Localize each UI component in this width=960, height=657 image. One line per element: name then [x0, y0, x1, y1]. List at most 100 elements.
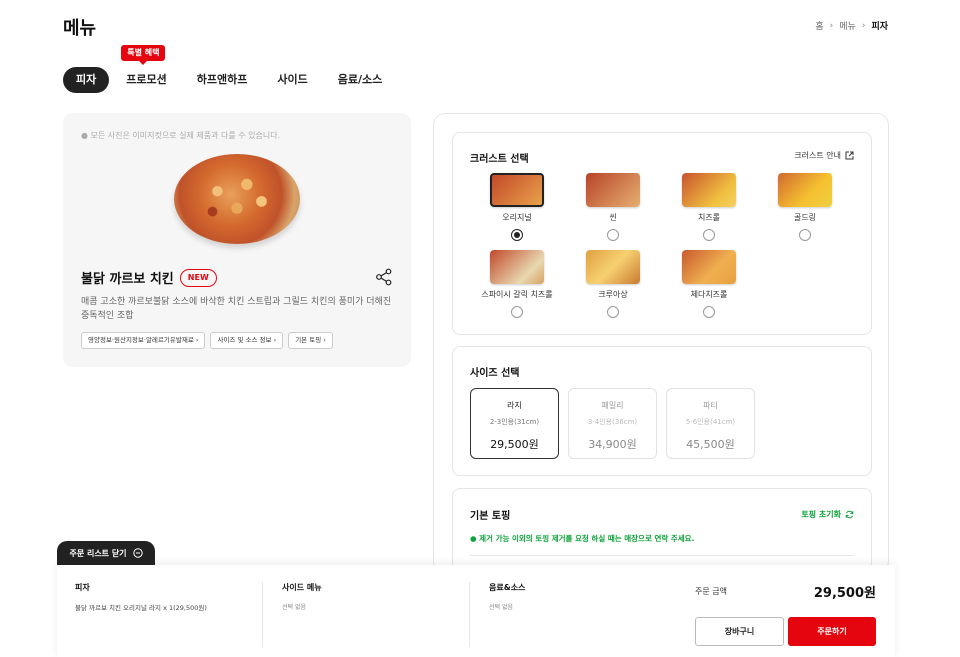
add-to-cart-button[interactable]: 장바구니 [695, 617, 784, 646]
crust-radio-gold-ring[interactable] [799, 229, 811, 241]
breadcrumb-home[interactable]: 홈 [815, 19, 823, 32]
crust-guide-link[interactable]: 크러스트 안내 [794, 150, 854, 161]
crust-label: 체다치즈롤 [690, 290, 728, 299]
nutrition-info-button[interactable]: 영양정보·원산지정보·알레르기유발재료 › [81, 332, 206, 349]
share-icon[interactable] [375, 268, 393, 286]
order-now-button[interactable]: 주문하기 [788, 617, 876, 646]
info-buttons: 영양정보·원산지정보·알레르기유발재료 › 사이즈 및 소스 정보 › 기본 토… [81, 332, 333, 349]
breadcrumb-menu[interactable]: 메뉴 [839, 19, 856, 32]
order-pizza-title: 피자 [75, 583, 90, 592]
size-price: 29,500원 [490, 438, 539, 451]
chevron-right-icon: › [829, 20, 834, 31]
crust-option-cheddar-cheese-roll[interactable]: 체다치즈롤 [669, 250, 749, 318]
size-sauce-info-button[interactable]: 사이즈 및 소스 정보 › [210, 332, 284, 349]
minus-circle-icon [132, 548, 143, 558]
size-option-party[interactable]: 파티 5-6인용(41cm) 45,500원 [666, 388, 755, 459]
size-price: 34,900원 [588, 438, 637, 451]
tab-half-and-half[interactable]: 하프앤하프 [184, 67, 261, 93]
crust-radio-spicy-garlic-cheese-roll[interactable] [511, 306, 523, 318]
crust-guide-label: 크러스트 안내 [794, 151, 841, 160]
product-name: 불닭 까르보 치킨 [81, 272, 174, 287]
size-price: 45,500원 [686, 438, 735, 451]
size-serving: 5-6인용(41cm) [685, 418, 736, 426]
crust-radio-original[interactable] [511, 229, 523, 241]
tab-side[interactable]: 사이드 [264, 67, 320, 93]
topping-note: ● 제거 가능 이외의 토핑 제거를 요청 하실 때는 매장으로 연락 주세요. [470, 534, 695, 543]
new-badge: NEW [179, 268, 217, 287]
refresh-icon [845, 510, 854, 519]
crust-option-cheese-roll[interactable]: 치즈롤 [669, 173, 749, 241]
crust-radio-thin[interactable] [607, 229, 619, 241]
order-pizza-column: 피자 불닭 까르보 치킨 오리지널 라지 x 1(29,500원) [75, 582, 207, 612]
crust-label: 씬 [609, 213, 617, 222]
crust-label: 골드링 [793, 213, 817, 222]
topping-reset-label: 토핑 초기화 [801, 510, 841, 519]
product-name-row: 불닭 까르보 치킨 NEW [81, 268, 217, 287]
divider [262, 582, 263, 647]
size-serving: 3-4인용(36cm) [587, 418, 638, 426]
tab-promotion-label: 프로모션 [126, 73, 167, 86]
divider [469, 582, 470, 647]
crust-original-image [490, 173, 544, 207]
crust-section: 크러스트 선택 크러스트 안내 오리지널 씬 치즈롤 골드링 스파이시 갈릭 치… [452, 132, 872, 335]
crust-cheese-roll-image [682, 173, 736, 207]
page-title: 메뉴 [63, 18, 97, 39]
size-section-title: 사이즈 선택 [470, 368, 520, 379]
order-summary-bar: 피자 불닭 까르보 치킨 오리지널 라지 x 1(29,500원) 사이드 메뉴… [57, 565, 895, 657]
order-drink-column: 음료&소스 선택 없음 [489, 582, 525, 611]
order-side-title: 사이드 메뉴 [282, 583, 322, 592]
size-section: 사이즈 선택 라지 2-3인용(31cm) 29,500원 패밀리 3-4인용(… [452, 346, 872, 476]
crust-option-spicy-garlic-cheese-roll[interactable]: 스파이시 갈릭 치즈롤 [477, 250, 557, 318]
crust-thin-image [586, 173, 640, 207]
pizza-image [174, 154, 300, 244]
divider [470, 555, 854, 556]
product-description: 매콤 고소한 까르보불닭 소스에 바삭한 치킨 스트립과 그릴드 치킨의 풍미가… [81, 297, 392, 321]
product-card: ● 모든 사진은 이미지컷으로 실제 제품과 다를 수 있습니다. 불닭 까르보… [63, 113, 411, 367]
crust-option-original[interactable]: 오리지널 [477, 173, 557, 241]
crust-label: 오리지널 [502, 213, 532, 222]
size-serving: 2-3인용(31cm) [489, 418, 540, 426]
tab-drinks-sauce[interactable]: 음료/소스 [325, 67, 396, 93]
external-link-icon [845, 151, 854, 160]
order-drink-empty: 선택 없음 [489, 604, 513, 611]
breadcrumb: 홈 › 메뉴 › 피자 [815, 19, 888, 33]
category-tabs: 피자 프로모션 특별 혜택 하프앤하프 사이드 음료/소스 [63, 45, 396, 93]
crust-option-gold-ring[interactable]: 골드링 [765, 173, 845, 241]
default-topping-button[interactable]: 기본 토핑 › [288, 332, 333, 349]
tab-pizza[interactable]: 피자 [63, 67, 110, 93]
order-drink-title: 음료&소스 [489, 583, 526, 592]
topping-reset-button[interactable]: 토핑 초기화 [801, 509, 854, 520]
crust-label: 크루아상 [598, 290, 628, 299]
tab-promotion[interactable]: 프로모션 특별 혜택 [113, 45, 179, 93]
crust-gold-ring-image [778, 173, 832, 207]
order-amount-label: 주문 금액 [695, 587, 727, 596]
crust-label: 치즈롤 [697, 213, 721, 222]
order-list-close-button[interactable]: 주문 리스트 닫기 [57, 541, 155, 565]
size-option-family[interactable]: 패밀리 3-4인용(36cm) 34,900원 [568, 388, 657, 459]
crust-radio-croissant[interactable] [607, 306, 619, 318]
breadcrumb-current: 피자 [871, 22, 888, 32]
size-name: 라지 [507, 401, 522, 410]
photo-disclaimer: ● 모든 사진은 이미지컷으로 실제 제품과 다를 수 있습니다. [81, 131, 281, 140]
crust-radio-cheese-roll[interactable] [703, 229, 715, 241]
crust-croissant-image [586, 250, 640, 284]
size-option-large[interactable]: 라지 2-3인용(31cm) 29,500원 [470, 388, 559, 459]
options-panel: 크러스트 선택 크러스트 안내 오리지널 씬 치즈롤 골드링 스파이시 갈릭 치… [433, 113, 889, 573]
topping-section: 기본 토핑 토핑 초기화 ● 제거 가능 이외의 토핑 제거를 요청 하실 때는… [452, 488, 872, 572]
crust-radio-cheddar-cheese-roll[interactable] [703, 306, 715, 318]
special-offer-badge: 특별 혜택 [121, 45, 166, 65]
crust-option-thin[interactable]: 씬 [573, 173, 653, 241]
size-name: 패밀리 [601, 401, 624, 410]
topping-section-title: 기본 토핑 [470, 511, 511, 522]
order-toggle-label: 주문 리스트 닫기 [69, 548, 127, 558]
order-amount-value: 29,500원 [813, 586, 876, 601]
order-side-column: 사이드 메뉴 선택 없음 [282, 582, 322, 611]
chevron-right-icon: › [861, 20, 866, 31]
crust-spicy-garlic-image [490, 250, 544, 284]
size-name: 파티 [703, 401, 718, 410]
order-pizza-item: 불닭 까르보 치킨 오리지널 라지 x 1(29,500원) [75, 604, 207, 612]
order-side-empty: 선택 없음 [282, 604, 306, 611]
crust-option-croissant[interactable]: 크루아상 [573, 250, 653, 318]
crust-label: 스파이시 갈릭 치즈롤 [481, 290, 553, 299]
crust-cheddar-image [682, 250, 736, 284]
